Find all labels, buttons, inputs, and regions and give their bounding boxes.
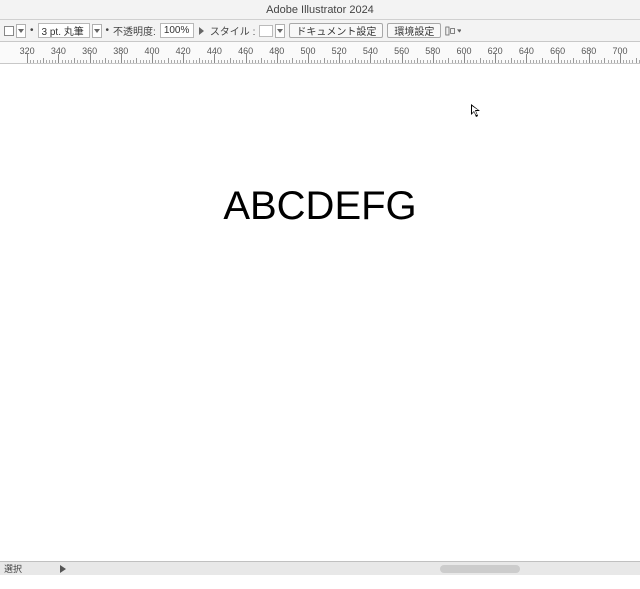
status-play-button[interactable]	[60, 565, 70, 573]
ruler-tick-label: 320	[20, 46, 35, 56]
align-to-control[interactable]	[445, 23, 461, 38]
stroke-weight-dropdown[interactable]	[92, 24, 102, 38]
ruler-tick-label: 340	[51, 46, 66, 56]
status-tool-label: 選択	[4, 562, 54, 575]
ruler-tick-label: 480	[269, 46, 284, 56]
bullet-sep: •	[30, 25, 34, 36]
ruler-tick-label: 400	[144, 46, 159, 56]
ruler-tick-label: 420	[176, 46, 191, 56]
doc-setup-label: ドキュメント設定	[296, 23, 376, 38]
ruler-tick-label: 660	[550, 46, 565, 56]
fill-dropdown[interactable]	[16, 24, 26, 38]
window-titlebar: Adobe Illustrator 2024	[0, 0, 640, 20]
canvas[interactable]: ABCDEFG	[0, 64, 640, 575]
options-bar: • • 不透明度: スタイル : ドキュメント設定 環境設定	[0, 20, 640, 42]
chevron-right-icon	[199, 27, 204, 35]
style-label: スタイル :	[210, 23, 256, 38]
status-bar: 選択	[0, 561, 640, 575]
horizontal-scrollbar-thumb[interactable]	[440, 565, 520, 573]
chevron-down-icon	[457, 29, 462, 33]
fill-swatch-icon	[4, 26, 14, 36]
style-swatch-control[interactable]	[259, 24, 285, 38]
ruler-tick-label: 560	[394, 46, 409, 56]
stroke-weight-control[interactable]	[38, 23, 102, 38]
opacity-label: 不透明度:	[113, 23, 156, 38]
chevron-down-icon	[18, 29, 24, 33]
ruler-ticks: 320 340 360 380 400 420 440 460 480 500 520 540 560 5…	[0, 42, 640, 64]
opacity-field[interactable]	[160, 23, 194, 38]
bullet-sep2: •	[106, 25, 110, 36]
ruler-tick-label: 600	[456, 46, 471, 56]
ruler-tick-label: 460	[238, 46, 253, 56]
ruler-tick-label: 500	[300, 46, 315, 56]
ruler-tick-label: 700	[612, 46, 627, 56]
stroke-weight-field[interactable]	[38, 23, 90, 38]
align-icon	[445, 25, 456, 37]
ruler-tick-label: 440	[207, 46, 222, 56]
artwork-text[interactable]: ABCDEFG	[0, 184, 640, 229]
document-setup-button[interactable]: ドキュメント設定	[289, 23, 383, 38]
fill-swatch-control[interactable]	[4, 24, 26, 38]
prefs-label: 環境設定	[394, 23, 434, 38]
ruler-tick-label: 540	[363, 46, 378, 56]
chevron-down-icon	[277, 29, 283, 33]
style-swatch-icon	[259, 25, 273, 37]
app-title: Adobe Illustrator 2024	[266, 4, 374, 16]
horizontal-ruler[interactable]: 320 340 360 380 400 420 440 460 480 500 520 540 560 5…	[0, 42, 640, 64]
opacity-popup-chevron[interactable]	[198, 24, 206, 38]
chevron-down-icon	[94, 29, 100, 33]
ruler-tick-label: 680	[581, 46, 596, 56]
work-area: 320 340 360 380 400 420 440 460 480 500 520 540 560 5…	[0, 42, 640, 575]
ruler-tick-label: 520	[332, 46, 347, 56]
style-dropdown[interactable]	[275, 24, 285, 38]
play-icon	[60, 565, 66, 573]
cursor-icon	[471, 104, 481, 118]
ruler-tick-label: 620	[488, 46, 503, 56]
ruler-tick-label: 640	[519, 46, 534, 56]
ruler-tick-label: 380	[113, 46, 128, 56]
ruler-tick-label: 580	[425, 46, 440, 56]
ruler-tick-label: 360	[82, 46, 97, 56]
preferences-button[interactable]: 環境設定	[387, 23, 441, 38]
